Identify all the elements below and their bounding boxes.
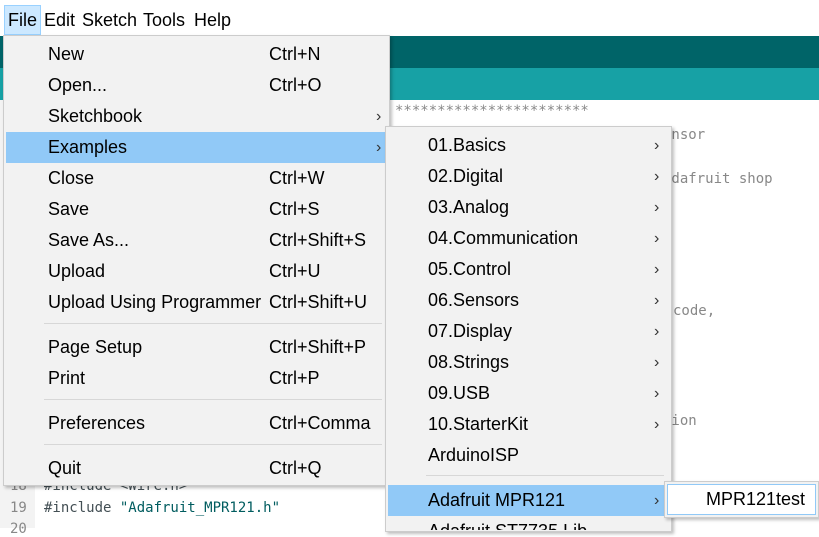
chevron-right-icon: › <box>654 137 660 154</box>
chevron-right-icon: › <box>376 139 382 156</box>
chevron-right-icon: › <box>654 416 660 433</box>
menu-item-quit[interactable]: Quit Ctrl+Q <box>6 453 387 484</box>
examples-submenu: 01.Basics › 02.Digital › 03.Analog › 04.… <box>385 126 672 532</box>
menu-item-save-as[interactable]: Save As... Ctrl+Shift+S <box>6 225 387 256</box>
menu-separator <box>426 475 664 476</box>
menu-item-shortcut: Ctrl+P <box>269 368 320 388</box>
chevron-right-icon: › <box>654 323 660 340</box>
menu-item-examples[interactable]: Examples › <box>6 132 387 163</box>
chevron-right-icon: › <box>654 230 660 247</box>
menu-item-label: 09.USB <box>428 383 491 403</box>
menu-item-shortcut: Ctrl+Q <box>269 458 322 478</box>
menu-item-label: MPR121test <box>706 489 806 509</box>
menu-item-preferences[interactable]: Preferences Ctrl+Comma <box>6 408 387 439</box>
code-comment-stars: *********************** <box>395 103 589 119</box>
menu-item-shortcut: Ctrl+S <box>269 199 320 219</box>
menu-item-shortcut: Ctrl+Shift+S <box>269 230 367 250</box>
menu-edit[interactable]: Edit <box>41 6 78 34</box>
menu-item-label: 08.Strings <box>428 352 510 372</box>
chevron-right-icon: › <box>654 199 660 216</box>
menu-item-label: Preferences <box>48 413 146 433</box>
submenu-item-adafruit-mpr121[interactable]: Adafruit MPR121 › <box>388 485 669 516</box>
menu-item-label: 03.Analog <box>428 197 510 217</box>
menu-item-label: 02.Digital <box>428 166 504 186</box>
menu-item-shortcut: Ctrl+U <box>269 261 321 281</box>
code-fragment: Adafruit shop <box>663 171 773 187</box>
menu-item-label: 06.Sensors <box>428 290 520 310</box>
menu-item-open[interactable]: Open... Ctrl+O <box>6 70 387 101</box>
menu-item-shortcut: Ctrl+Comma <box>269 413 371 433</box>
menu-item-label: Page Setup <box>48 337 143 357</box>
menu-item-label: Adafruit MPR121 <box>428 490 566 510</box>
menu-item-shortcut: Ctrl+Shift+U <box>269 292 368 312</box>
submenu-item-basics[interactable]: 01.Basics › <box>388 130 669 161</box>
menu-item-label: 04.Communication <box>428 228 579 248</box>
menu-item-label: Upload Using Programmer <box>48 292 262 312</box>
line-number: 20 <box>10 521 27 537</box>
submenu-item-strings[interactable]: 08.Strings › <box>388 347 669 378</box>
menu-item-shortcut: Ctrl+O <box>269 75 322 95</box>
chevron-right-icon: › <box>654 292 660 309</box>
menu-item-label: Open... <box>48 75 108 95</box>
menu-separator <box>44 323 382 324</box>
chevron-right-icon: › <box>654 385 660 402</box>
mpr121-submenu: MPR121test <box>664 481 819 518</box>
code-string: "Adafruit_MPR121.h" <box>119 500 281 516</box>
menu-item-label: 05.Control <box>428 259 512 279</box>
code-keyword: #include <box>44 500 120 516</box>
menu-item-label: Save As... <box>48 230 130 250</box>
submenu-item-communication[interactable]: 04.Communication › <box>388 223 669 254</box>
menu-item-shortcut: Ctrl+Shift+P <box>269 337 367 357</box>
submenu-item-display[interactable]: 07.Display › <box>388 316 669 347</box>
submenu-item-arduinoisp[interactable]: ArduinoISP <box>388 440 669 471</box>
file-menu: New Ctrl+N Open... Ctrl+O Sketchbook › E… <box>3 35 390 486</box>
chevron-right-icon: › <box>654 168 660 185</box>
submenu-item-starterkit[interactable]: 10.StarterKit › <box>388 409 669 440</box>
submenu-item-mpr121test[interactable]: MPR121test <box>667 484 816 515</box>
menu-item-label: Examples <box>48 137 128 157</box>
menu-item-sketchbook[interactable]: Sketchbook › <box>6 101 387 132</box>
menu-item-upload[interactable]: Upload Ctrl+U <box>6 256 387 287</box>
line-number: 19 <box>10 500 27 516</box>
menu-item-label: Close <box>48 168 95 188</box>
menu-item-page-setup[interactable]: Page Setup Ctrl+Shift+P <box>6 332 387 363</box>
menu-item-label: 01.Basics <box>428 135 507 155</box>
chevron-right-icon: › <box>376 108 382 125</box>
menu-item-label: ArduinoISP <box>428 445 520 465</box>
menu-help[interactable]: Help <box>191 6 234 34</box>
menu-item-label: Quit <box>48 458 82 478</box>
menu-item-print[interactable]: Print Ctrl+P <box>6 363 387 394</box>
submenu-item-sensors[interactable]: 06.Sensors › <box>388 285 669 316</box>
submenu-item-digital[interactable]: 02.Digital › <box>388 161 669 192</box>
submenu-item-control[interactable]: 05.Control › <box>388 254 669 285</box>
menu-separator <box>44 399 382 400</box>
menu-item-label: Sketchbook <box>48 106 143 126</box>
menu-item-shortcut: Ctrl+W <box>269 168 325 188</box>
menu-item-label: 10.StarterKit <box>428 414 529 434</box>
code-line: #include "Adafruit_MPR121.h" <box>44 500 280 516</box>
menu-item-label: Upload <box>48 261 106 281</box>
menu-item-upload-using-programmer[interactable]: Upload Using Programmer Ctrl+Shift+U <box>6 287 387 318</box>
submenu-item-usb[interactable]: 09.USB › <box>388 378 669 409</box>
menu-item-label: New <box>48 44 85 64</box>
menu-item-save[interactable]: Save Ctrl+S <box>6 194 387 225</box>
submenu-item-analog[interactable]: 03.Analog › <box>388 192 669 223</box>
menu-bar: File Edit Sketch Tools Help <box>0 0 819 36</box>
menu-separator <box>44 444 382 445</box>
menu-item-shortcut: Ctrl+N <box>269 44 321 64</box>
chevron-right-icon: › <box>654 261 660 278</box>
chevron-right-icon: › <box>654 354 660 371</box>
menu-item-label: Print <box>48 368 86 388</box>
menu-sketch[interactable]: Sketch <box>79 6 140 34</box>
menu-item-label: 07.Display <box>428 321 513 341</box>
menu-file[interactable]: File <box>4 5 42 35</box>
menu-item-new[interactable]: New Ctrl+N <box>6 39 387 70</box>
menu-tools[interactable]: Tools <box>140 6 188 34</box>
chevron-right-icon: › <box>654 492 660 509</box>
menu-item-close[interactable]: Close Ctrl+W <box>6 163 387 194</box>
menu-item-label: Save <box>48 199 90 219</box>
code-fragment: code, <box>673 303 716 319</box>
